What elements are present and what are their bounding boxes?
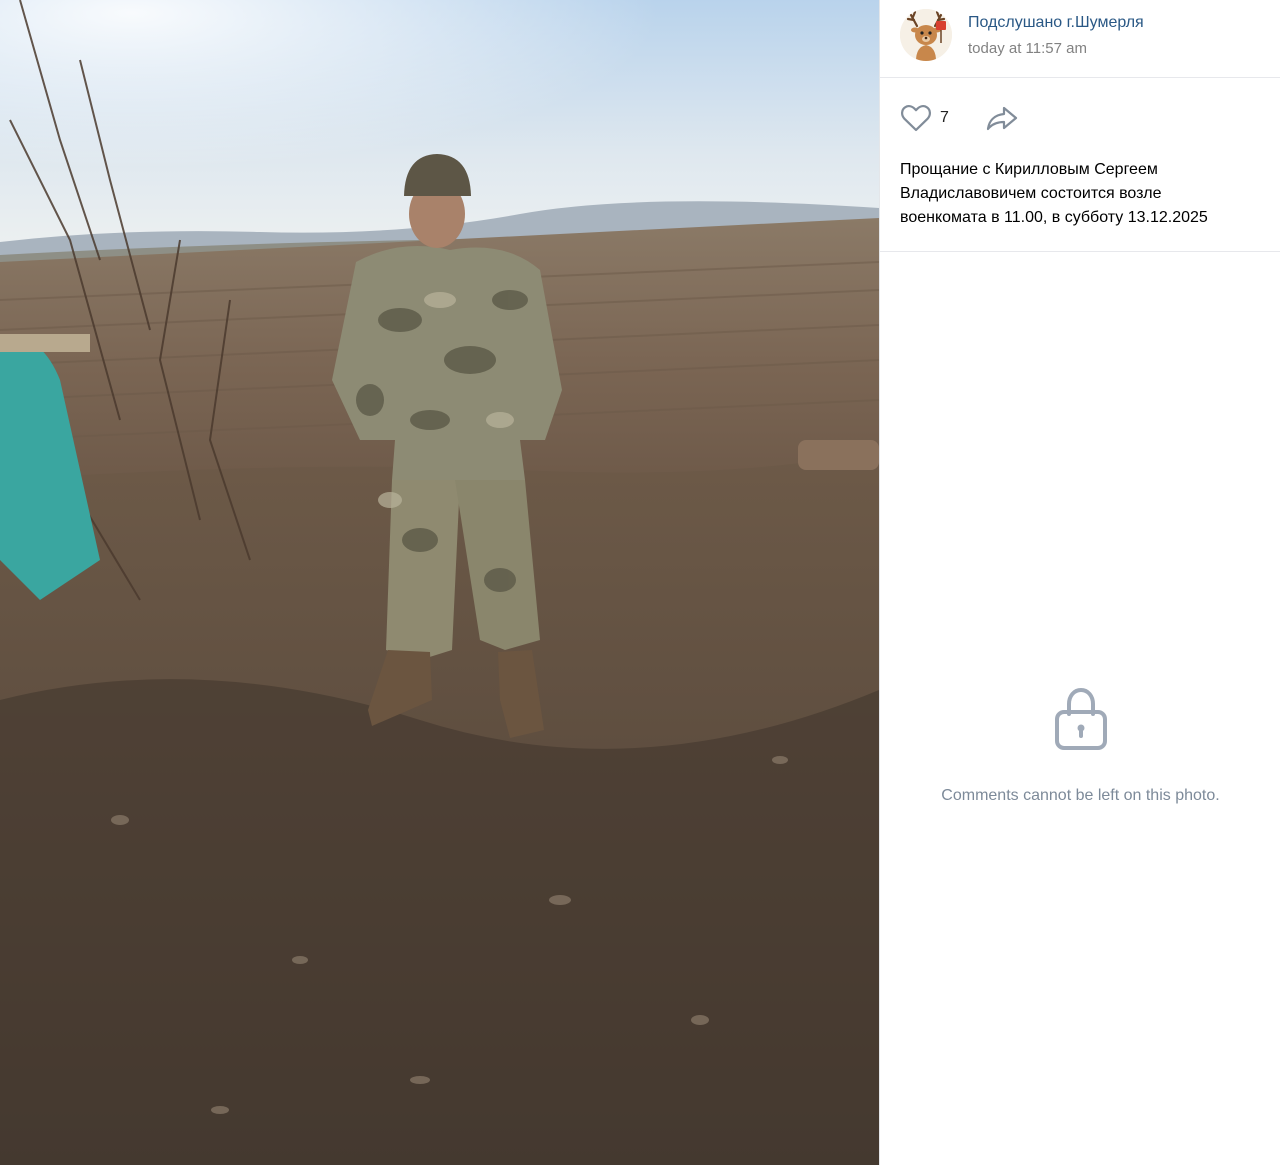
comments-locked-text: Comments cannot be left on this photo. xyxy=(941,787,1220,804)
post-actions: 7 xyxy=(880,78,1280,158)
comments-locked-notice: Comments cannot be left on this photo. xyxy=(880,684,1280,805)
post-timestamp[interactable]: today at 11:57 am xyxy=(968,40,1087,57)
post-header: Подслушано г.Шумерля today at 11:57 am xyxy=(880,0,1280,78)
share-arrow-icon xyxy=(986,106,1018,131)
deer-mascot-icon xyxy=(900,9,952,61)
author-name-link[interactable]: Подслушано г.Шумерля xyxy=(968,14,1144,32)
post-caption: Прощание с Кирилловым Сергеем Владиславо… xyxy=(880,158,1280,252)
caption-line: Прощание с Кирилловым Сергеем xyxy=(900,161,1158,178)
caption-line: военкомата в 11.00, в субботу 13.12.2025 xyxy=(900,209,1208,226)
heart-outline-icon xyxy=(901,105,931,132)
like-count: 7 xyxy=(940,109,949,126)
photo-image xyxy=(0,0,879,1165)
avatar[interactable] xyxy=(900,9,952,61)
share-button[interactable] xyxy=(984,102,1020,134)
post-photo[interactable] xyxy=(0,0,879,1165)
like-button[interactable]: 7 xyxy=(900,102,949,134)
lock-icon xyxy=(1054,687,1107,750)
caption-line: Владиславовичем состоится возле xyxy=(900,185,1162,202)
post-sidebar: Подслушано г.Шумерля today at 11:57 am 7… xyxy=(879,0,1280,1165)
